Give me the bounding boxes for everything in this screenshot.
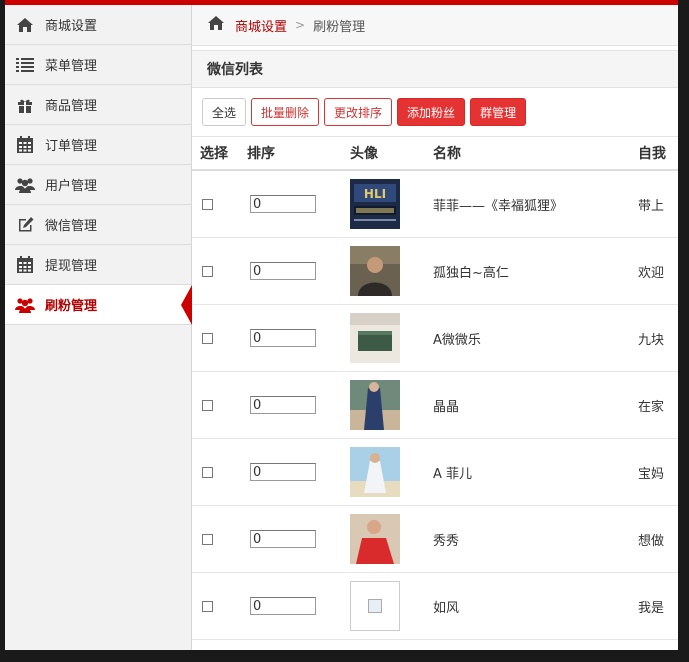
column-header-name: 名称 — [433, 137, 638, 171]
row-name: 孤独白~高仁 — [433, 237, 638, 305]
change-sort-button[interactable]: 更改排序 — [324, 98, 393, 126]
table-row: 0 孤独白~高仁 欢迎 — [192, 237, 678, 305]
main-content: 商城设置 > 刷粉管理 微信列表 全选 批量删除 更改排序 添加粉丝 群管理 选… — [192, 5, 678, 650]
select-all-button[interactable]: 全选 — [202, 98, 247, 126]
sort-input[interactable]: 0 — [250, 463, 316, 481]
row-intro: 宝妈 — [638, 438, 678, 506]
avatar — [350, 313, 400, 363]
row-checkbox[interactable] — [202, 399, 213, 411]
breadcrumb-separator: > — [295, 18, 306, 32]
row-name: A 菲儿 — [433, 438, 638, 506]
sort-input[interactable]: 0 — [250, 530, 316, 548]
sort-input[interactable]: 0 — [250, 396, 316, 414]
row-intro: 在家 — [638, 371, 678, 439]
row-checkbox[interactable] — [202, 198, 213, 210]
breadcrumb: 商城设置 > 刷粉管理 — [192, 5, 678, 46]
sidebar-item-withdraw-manage[interactable]: 提现管理 — [5, 245, 191, 285]
home-icon[interactable] — [207, 15, 225, 35]
calendar-icon — [15, 135, 35, 155]
home-icon — [15, 15, 35, 35]
sidebar-item-label: 微信管理 — [45, 219, 98, 234]
sidebar-item-mall-settings[interactable]: 商城设置 — [5, 5, 191, 45]
row-checkbox[interactable] — [202, 265, 213, 277]
avatar — [350, 514, 400, 564]
row-name: 如风 — [433, 572, 638, 640]
app-window: 商城设置 菜单管理 商品管理 订单管理 用户管理 微信管理 提现管理 刷粉管理 … — [5, 0, 678, 650]
breadcrumb-link-mall-settings[interactable]: 商城设置 — [235, 16, 287, 35]
sidebar-item-label: 提现管理 — [45, 259, 98, 274]
sidebar-item-fans-manage[interactable]: 刷粉管理 — [5, 285, 192, 325]
row-checkbox[interactable] — [202, 600, 213, 612]
svg-text:HLI: HLI — [364, 187, 386, 201]
sidebar-item-label: 商城设置 — [45, 19, 98, 34]
row-name: 秀秀 — [433, 505, 638, 573]
sort-input[interactable]: 0 — [250, 329, 316, 347]
panel-title: 微信列表 — [192, 50, 678, 88]
row-intro: 欢迎 — [638, 237, 678, 305]
group-manage-button[interactable]: 群管理 — [470, 98, 527, 126]
sort-input[interactable]: 0 — [250, 597, 316, 615]
sidebar-item-order-manage[interactable]: 订单管理 — [5, 125, 191, 165]
row-checkbox[interactable] — [202, 533, 213, 545]
row-checkbox[interactable] — [202, 466, 213, 478]
column-header-intro: 自我 — [638, 137, 678, 171]
avatar — [350, 246, 400, 296]
row-intro: 想做 — [638, 505, 678, 573]
breadcrumb-current: 刷粉管理 — [313, 19, 366, 35]
edit-icon — [15, 215, 35, 235]
gift-icon — [15, 95, 35, 115]
add-fans-button[interactable]: 添加粉丝 — [397, 98, 466, 126]
sort-input[interactable]: 0 — [250, 262, 316, 280]
sidebar-item-wechat-manage[interactable]: 微信管理 — [5, 205, 191, 245]
table-row: 0 HLI 菲菲——《幸福狐狸》 带上 — [192, 170, 678, 238]
sidebar-item-label: 订单管理 — [45, 139, 98, 154]
users-icon — [15, 295, 35, 315]
sidebar-item-menu-manage[interactable]: 菜单管理 — [5, 45, 191, 85]
sidebar-item-label: 菜单管理 — [45, 59, 98, 74]
sidebar-item-user-manage[interactable]: 用户管理 — [5, 165, 191, 205]
toolbar: 全选 批量删除 更改排序 添加粉丝 群管理 — [192, 88, 678, 137]
users-icon — [15, 175, 35, 195]
table-row: 0 A 菲儿 宝妈 — [192, 438, 678, 506]
broken-image-icon — [350, 581, 400, 631]
row-checkbox[interactable] — [202, 332, 213, 344]
row-name: 菲菲——《幸福狐狸》 — [433, 170, 638, 238]
row-intro: 我是 — [638, 572, 678, 640]
calendar-icon — [15, 255, 35, 275]
avatar: HLI — [350, 179, 400, 229]
wechat-table: 选择 排序 头像 名称 自我 0 HLI 菲菲——《幸福狐狸》 带上 0 孤独白… — [192, 137, 678, 640]
table-row: 0 如风 我是 — [192, 572, 678, 640]
table-header-row: 选择 排序 头像 名称 自我 — [192, 137, 678, 171]
sidebar-item-label: 刷粉管理 — [45, 299, 98, 314]
row-intro: 九块 — [638, 304, 678, 372]
column-header-select: 选择 — [192, 137, 247, 171]
sidebar-item-label: 商品管理 — [45, 99, 98, 114]
table-row: 0 秀秀 想做 — [192, 505, 678, 573]
sort-input[interactable]: 0 — [250, 195, 316, 213]
list-icon — [15, 55, 35, 75]
row-name: 晶晶 — [433, 371, 638, 439]
row-name: A微微乐 — [433, 304, 638, 372]
sidebar: 商城设置 菜单管理 商品管理 订单管理 用户管理 微信管理 提现管理 刷粉管理 — [5, 5, 192, 650]
table-row: 0 A微微乐 九块 — [192, 304, 678, 372]
avatar — [350, 380, 400, 430]
column-header-sort: 排序 — [247, 137, 350, 171]
avatar — [350, 447, 400, 497]
row-intro: 带上 — [638, 170, 678, 238]
batch-delete-button[interactable]: 批量删除 — [251, 98, 320, 126]
column-header-avatar: 头像 — [350, 137, 433, 171]
table-row: 0 晶晶 在家 — [192, 371, 678, 439]
sidebar-item-product-manage[interactable]: 商品管理 — [5, 85, 191, 125]
sidebar-item-label: 用户管理 — [45, 179, 98, 194]
